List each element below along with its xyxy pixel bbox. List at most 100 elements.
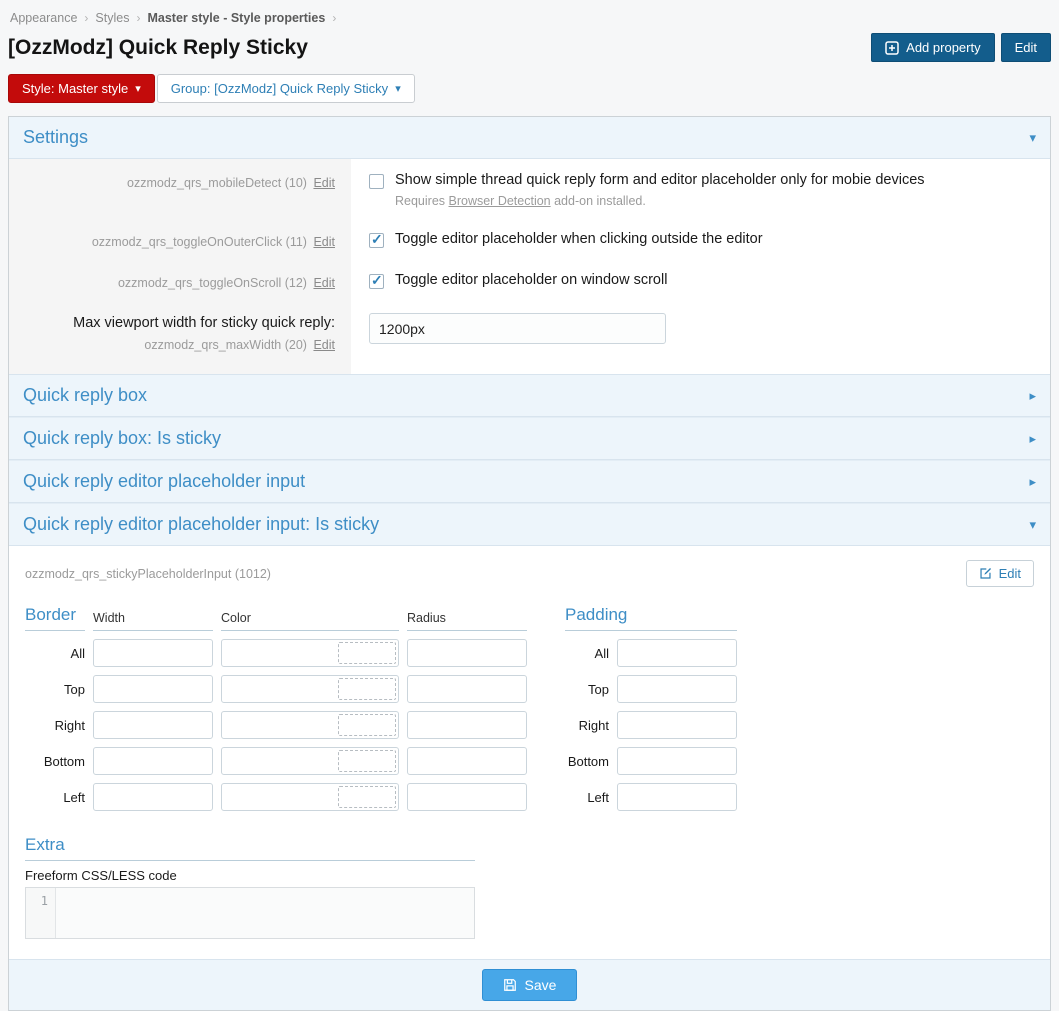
breadcrumb-appearance[interactable]: Appearance: [10, 11, 77, 25]
section-header-quick-reply-box-sticky[interactable]: Quick reply box: Is sticky ▸: [9, 417, 1050, 460]
checkbox-label: Toggle editor placeholder on window scro…: [395, 272, 667, 288]
border-color-bottom-input[interactable]: [222, 748, 336, 774]
border-row-label: Bottom: [25, 754, 85, 769]
border-title: Border: [25, 605, 85, 631]
mobile-detect-checkbox[interactable]: [369, 174, 384, 189]
property-edit-link[interactable]: Edit: [313, 276, 335, 290]
property-edit-link[interactable]: Edit: [313, 235, 335, 249]
border-col-width: Width: [93, 611, 213, 631]
color-swatch-button[interactable]: [338, 786, 396, 808]
border-color-left-field: [221, 783, 399, 811]
border-radius-right-input[interactable]: [407, 711, 527, 739]
max-width-input[interactable]: [369, 313, 666, 344]
browser-detection-link[interactable]: Browser Detection: [449, 194, 551, 208]
add-property-button[interactable]: Add property: [871, 33, 994, 62]
breadcrumb-current[interactable]: Master style - Style properties: [147, 11, 325, 25]
border-block: Border Width Color Radius All Top: [25, 605, 527, 811]
sticky-placeholder-body: ozzmodz_qrs_stickyPlaceholderInput (1012…: [9, 546, 1050, 959]
css-code-input[interactable]: [56, 888, 474, 938]
border-color-all-field: [221, 639, 399, 667]
plus-square-icon: [885, 41, 899, 55]
css-code-editor: 1: [25, 887, 475, 939]
property-name: ozzmodz_qrs_stickyPlaceholderInput (1012…: [25, 567, 271, 581]
padding-block: Padding All Top Right Bottom Left: [565, 605, 737, 811]
extra-block: Extra Freeform CSS/LESS code 1: [25, 835, 475, 939]
section-header-quick-reply-box[interactable]: Quick reply box ▸: [9, 375, 1050, 417]
section-title: Quick reply editor placeholder input: [23, 471, 305, 492]
border-width-left-input[interactable]: [93, 783, 213, 811]
freeform-css-label: Freeform CSS/LESS code: [25, 868, 475, 883]
chevron-down-icon: ▾: [395, 82, 401, 95]
color-swatch-button[interactable]: [338, 750, 396, 772]
toggle-outer-click-option[interactable]: Toggle editor placeholder when clicking …: [369, 231, 1032, 248]
property-name: ozzmodz_qrs_toggleOnOuterClick (11): [92, 235, 307, 249]
property-edit-link[interactable]: Edit: [313, 176, 335, 190]
section-header-settings[interactable]: Settings ▾: [9, 117, 1050, 159]
breadcrumb-separator-icon: ›: [332, 11, 336, 25]
line-number: 1: [26, 888, 56, 938]
border-row-label: All: [25, 646, 85, 661]
section-title: Quick reply box: [23, 385, 147, 406]
toggle-on-scroll-checkbox[interactable]: [369, 274, 384, 289]
settings-row-mobile-detect: ozzmodz_qrs_mobileDetect (10) Edit Show …: [9, 159, 1050, 218]
group-selector-button[interactable]: Group: [OzzModz] Quick Reply Sticky ▾: [157, 74, 415, 103]
chevron-right-icon: ▸: [1029, 388, 1036, 404]
border-width-right-input[interactable]: [93, 711, 213, 739]
breadcrumb-styles[interactable]: Styles: [95, 11, 129, 25]
section-header-placeholder-input-sticky[interactable]: Quick reply editor placeholder input: Is…: [9, 503, 1050, 546]
edit-button[interactable]: Edit: [1001, 33, 1051, 62]
hint-prefix: Requires: [395, 194, 449, 208]
padding-bottom-input[interactable]: [617, 747, 737, 775]
border-radius-left-input[interactable]: [407, 783, 527, 811]
border-row-label: Top: [25, 682, 85, 697]
toggle-on-scroll-option[interactable]: Toggle editor placeholder on window scro…: [369, 272, 1032, 289]
padding-title: Padding: [565, 605, 737, 631]
property-name: ozzmodz_qrs_toggleOnScroll (12): [118, 276, 307, 290]
style-properties-page: Appearance › Styles › Master style - Sty…: [0, 0, 1059, 1011]
padding-right-input[interactable]: [617, 711, 737, 739]
edit-label: Edit: [1015, 40, 1037, 55]
border-width-bottom-input[interactable]: [93, 747, 213, 775]
property-name: ozzmodz_qrs_mobileDetect (10): [127, 176, 307, 190]
panel-footer: Save: [9, 959, 1050, 1010]
border-radius-top-input[interactable]: [407, 675, 527, 703]
border-color-all-input[interactable]: [222, 640, 336, 666]
border-color-right-input[interactable]: [222, 712, 336, 738]
style-selector-button[interactable]: Style: Master style ▾: [8, 74, 155, 103]
extra-title: Extra: [25, 835, 475, 861]
property-name: ozzmodz_qrs_maxWidth (20): [144, 338, 307, 352]
color-swatch-button[interactable]: [338, 678, 396, 700]
border-width-all-input[interactable]: [93, 639, 213, 667]
edit-property-label: Edit: [999, 566, 1021, 581]
border-color-top-input[interactable]: [222, 676, 336, 702]
mobile-detect-option[interactable]: Show simple thread quick reply form and …: [369, 172, 1032, 189]
color-swatch-button[interactable]: [338, 714, 396, 736]
section-title: Settings: [23, 127, 88, 148]
pencil-square-icon: [979, 567, 992, 580]
section-header-placeholder-input[interactable]: Quick reply editor placeholder input ▸: [9, 460, 1050, 503]
border-color-left-input[interactable]: [222, 784, 336, 810]
edit-property-button[interactable]: Edit: [966, 560, 1034, 587]
border-radius-bottom-input[interactable]: [407, 747, 527, 775]
section-title: Quick reply box: Is sticky: [23, 428, 221, 449]
color-swatch-button[interactable]: [338, 642, 396, 664]
padding-row-label: Bottom: [565, 754, 609, 769]
chevron-down-icon: ▾: [135, 82, 141, 95]
breadcrumb-separator-icon: ›: [84, 11, 88, 25]
settings-row-toggle-on-scroll: ozzmodz_qrs_toggleOnScroll (12) Edit Tog…: [9, 259, 1050, 300]
border-radius-all-input[interactable]: [407, 639, 527, 667]
property-edit-link[interactable]: Edit: [313, 338, 335, 352]
settings-row-max-width: Max viewport width for sticky quick repl…: [9, 300, 1050, 374]
max-width-label: Max viewport width for sticky quick repl…: [25, 315, 335, 331]
border-row-label: Left: [25, 790, 85, 805]
padding-top-input[interactable]: [617, 675, 737, 703]
border-row-label: Right: [25, 718, 85, 733]
page-title: [OzzModz] Quick Reply Sticky: [8, 36, 308, 60]
padding-left-input[interactable]: [617, 783, 737, 811]
padding-all-input[interactable]: [617, 639, 737, 667]
save-button[interactable]: Save: [482, 969, 578, 1001]
hint-suffix: add-on installed.: [551, 194, 646, 208]
toggle-outer-click-checkbox[interactable]: [369, 233, 384, 248]
padding-row-label: Top: [565, 682, 609, 697]
border-width-top-input[interactable]: [93, 675, 213, 703]
